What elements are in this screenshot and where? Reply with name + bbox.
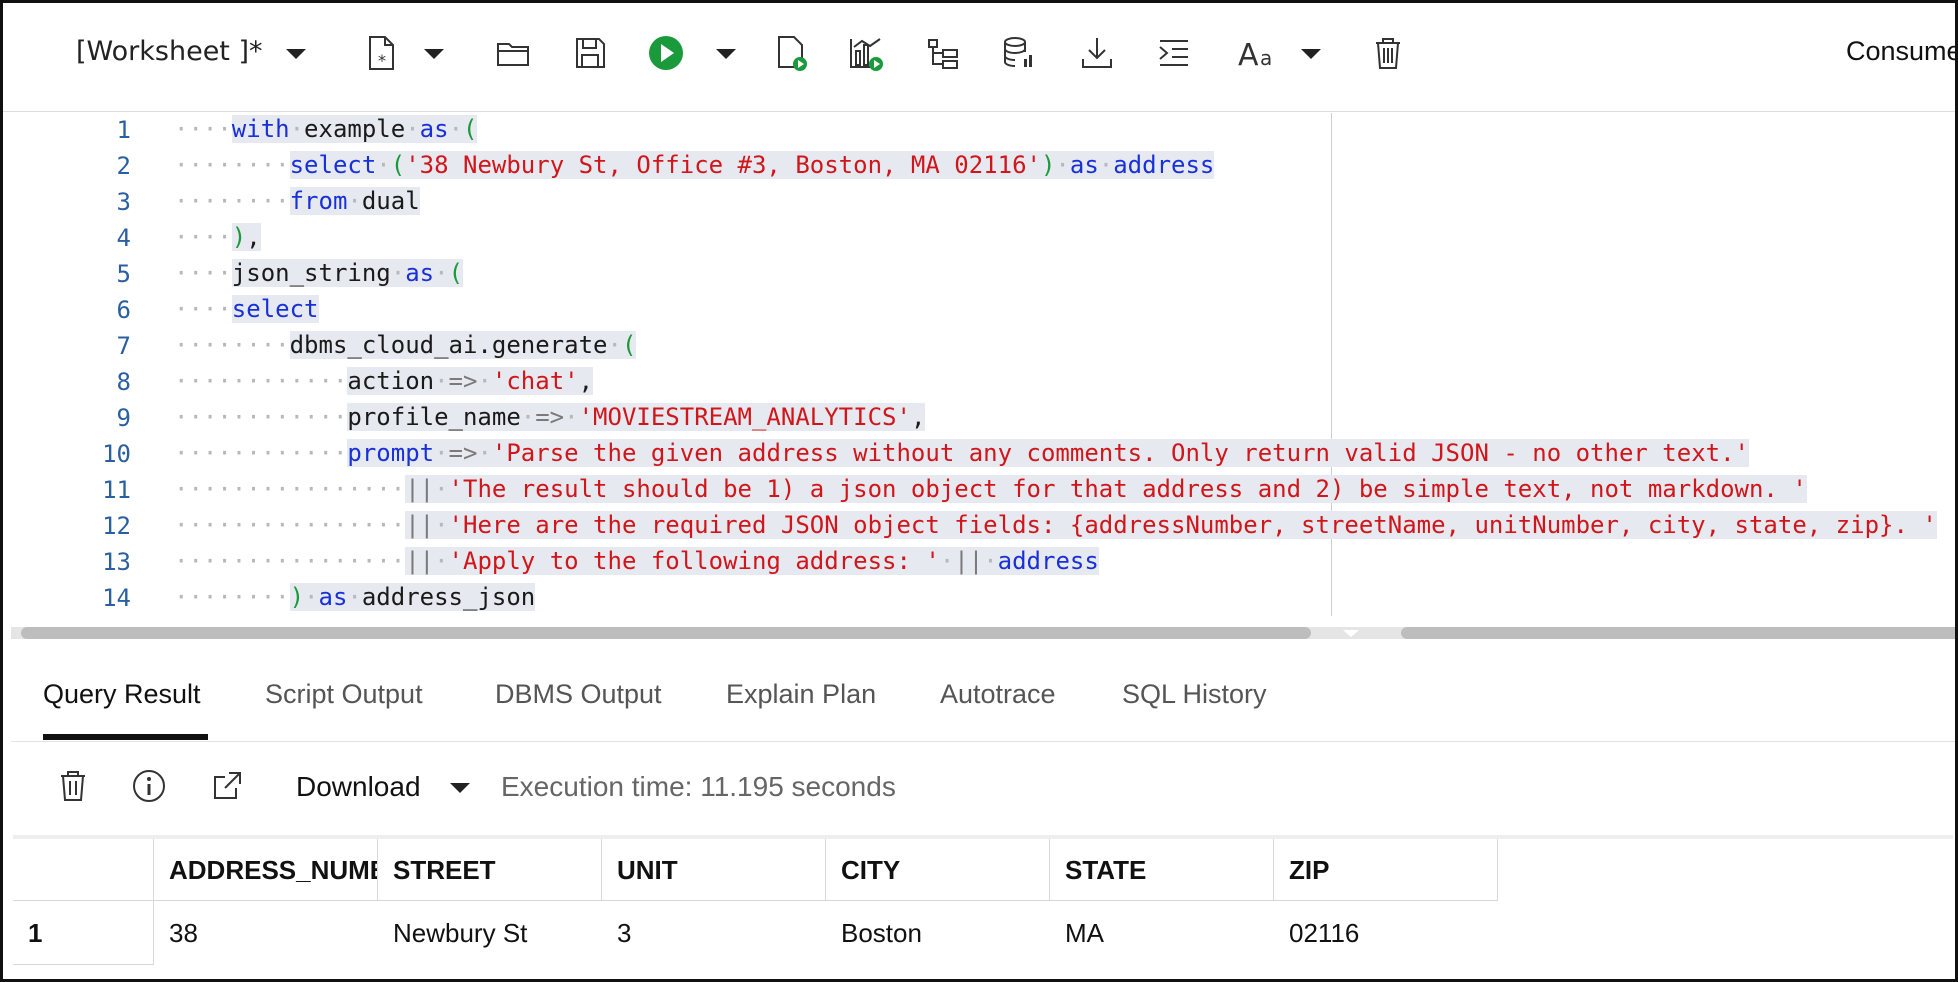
line-number: 2 (116, 152, 131, 180)
code-line[interactable]: ········select·('38 Newbury St, Office #… (174, 148, 1215, 182)
connection-label[interactable]: Consumer (1846, 36, 1955, 67)
line-number: 10 (102, 440, 131, 468)
info-icon[interactable] (131, 768, 167, 804)
sql-editor[interactable]: 1 2 3 4 5 6 7 8 9 10 11 12 13 14 ····with·example·as·… (11, 113, 1955, 616)
line-number: 5 (116, 260, 131, 288)
new-file-icon[interactable]: * (361, 33, 401, 73)
table-cell[interactable]: Newbury St (378, 901, 602, 965)
line-number: 13 (102, 548, 131, 576)
code-line[interactable]: ····select (174, 292, 319, 326)
line-number: 4 (116, 224, 131, 252)
open-folder-icon[interactable] (493, 33, 533, 73)
state-column-header[interactable]: STATE (1050, 839, 1274, 901)
splitter-handle-icon[interactable] (1343, 630, 1359, 637)
worksheet-title[interactable]: [Worksheet ]* (76, 36, 263, 67)
code-line[interactable]: ····), (174, 220, 261, 254)
output-tabs: Query Result Script Output DBMS Output E… (11, 651, 1955, 742)
line-number: 3 (116, 188, 131, 216)
table-cell[interactable]: 02116 (1274, 901, 1498, 965)
row-number-header[interactable] (13, 839, 154, 901)
download-dropdown-icon[interactable] (450, 783, 470, 793)
active-tab-indicator (43, 734, 208, 740)
code-line[interactable]: ············prompt·=>·'Parse the given a… (174, 436, 1749, 470)
run-script-icon[interactable] (771, 33, 811, 73)
font-size-icon[interactable]: Aa (1236, 33, 1284, 73)
scrollbar-thumb[interactable] (21, 627, 1311, 639)
scrollbar-track-segment[interactable] (1401, 627, 1955, 639)
editor-horizontal-scrollbar[interactable] (11, 627, 1955, 639)
city-column-header[interactable]: CITY (826, 839, 1050, 901)
line-number: 14 (102, 584, 131, 612)
tab-dbms-output[interactable]: DBMS Output (495, 679, 662, 710)
tab-explain-plan[interactable]: Explain Plan (726, 679, 876, 710)
execution-time: Execution time: 11.195 seconds (501, 771, 896, 802)
download-icon[interactable] (1077, 33, 1117, 73)
code-line[interactable]: ····with·example·as·( (174, 113, 478, 146)
table-cell[interactable]: MA (1050, 901, 1274, 965)
line-number: 7 (116, 332, 131, 360)
worksheet-dropdown-icon[interactable] (286, 49, 306, 59)
tab-autotrace[interactable]: Autotrace (940, 679, 1056, 710)
address-number-column-header[interactable]: ADDRESS_NUMBER (154, 839, 378, 901)
save-icon[interactable] (570, 33, 610, 73)
code-line[interactable]: ········dbms_cloud_ai.generate·( (174, 328, 637, 362)
code-line[interactable]: ················||·'Here are the require… (174, 508, 1937, 542)
zip-column-header[interactable]: ZIP (1274, 839, 1498, 901)
svg-text:*: * (378, 51, 386, 70)
run-dropdown-icon[interactable] (716, 49, 736, 59)
code-line[interactable]: ············action·=>·'chat', (174, 364, 594, 398)
worksheet-toolbar: [Worksheet ]* * A a Consum (3, 3, 1955, 112)
download-button[interactable]: Download (296, 771, 421, 803)
code-line[interactable]: ················||·'Apply to the followi… (174, 544, 1099, 578)
tab-sql-history[interactable]: SQL History (1122, 679, 1267, 710)
run-chart-icon[interactable] (846, 33, 886, 73)
new-file-dropdown-icon[interactable] (424, 49, 444, 59)
tab-query-result[interactable]: Query Result (43, 679, 201, 710)
code-line[interactable]: ················||·'The result should be… (174, 472, 1807, 506)
svg-text:a: a (1260, 46, 1272, 70)
app-window: [Worksheet ]* * A a Consum 1 2 3 4 5 6 7… (0, 0, 1958, 982)
run-icon[interactable] (646, 33, 686, 73)
line-number: 1 (116, 116, 131, 144)
clear-results-trash-icon[interactable] (55, 768, 91, 804)
result-toolbar: Download Execution time: 11.195 seconds (11, 743, 1955, 829)
row-number-cell[interactable]: 1 (13, 901, 154, 965)
code-line[interactable]: ····json_string·as·( (174, 256, 464, 290)
unit-column-header[interactable]: UNIT (602, 839, 826, 901)
trash-icon[interactable] (1368, 33, 1408, 73)
explain-tree-icon[interactable] (923, 33, 963, 73)
street-column-header[interactable]: STREET (378, 839, 602, 901)
table-cell[interactable]: Boston (826, 901, 1050, 965)
font-size-dropdown-icon[interactable] (1301, 49, 1321, 59)
code-line[interactable]: ········)·as·address_json (174, 580, 536, 614)
table-cell[interactable]: 3 (602, 901, 826, 965)
table-cell[interactable]: 38 (154, 901, 378, 965)
format-indent-icon[interactable] (1154, 33, 1194, 73)
tab-script-output[interactable]: Script Output (265, 679, 423, 710)
line-number: 8 (116, 368, 131, 396)
code-line[interactable]: ········from·dual (174, 184, 420, 218)
code-line[interactable]: ············profile_name·=>·'MOVIESTREAM… (174, 400, 926, 434)
line-number: 6 (116, 296, 131, 324)
database-icon[interactable] (999, 33, 1039, 73)
line-number: 9 (116, 404, 131, 432)
open-in-new-icon[interactable] (209, 768, 245, 804)
svg-text:A: A (1238, 38, 1259, 73)
result-grid: ADDRESS_NUMBERSTREETUNITCITYSTATEZIP 138N… (13, 835, 1955, 979)
line-number: 11 (102, 476, 131, 504)
line-number: 12 (102, 512, 131, 540)
